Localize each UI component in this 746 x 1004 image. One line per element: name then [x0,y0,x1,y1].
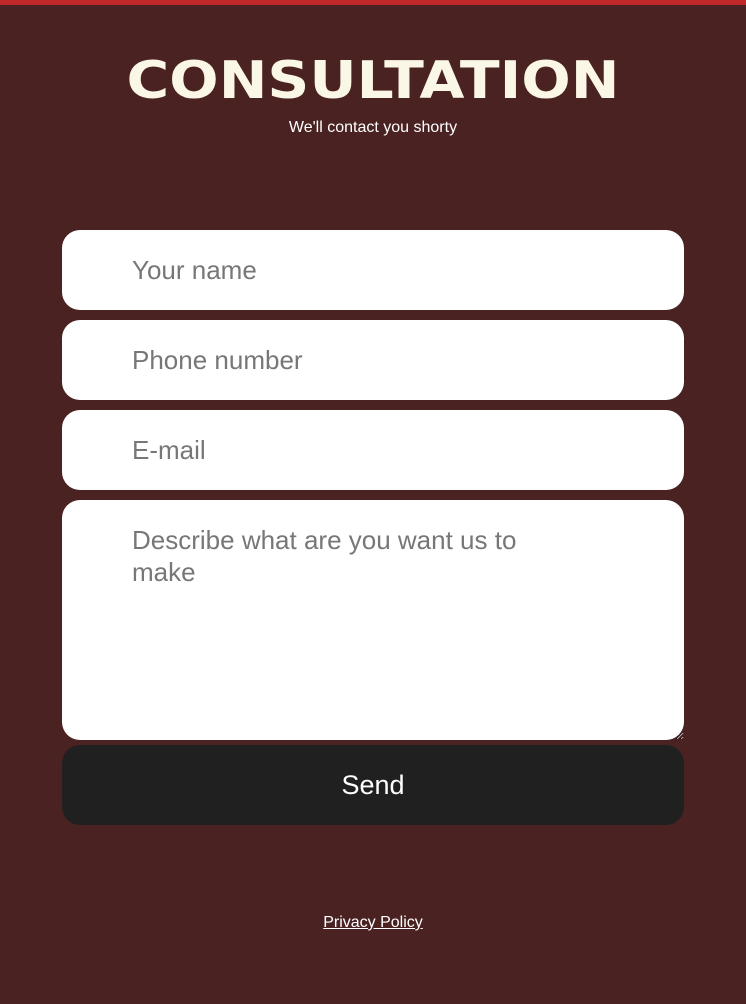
name-input[interactable] [62,230,684,310]
privacy-policy-link[interactable]: Privacy Policy [0,913,746,933]
page-title: CONSULTATION [126,51,620,111]
top-accent-bar [0,0,746,5]
email-input[interactable] [62,410,684,490]
message-textarea[interactable] [62,500,684,740]
phone-input[interactable] [62,320,684,400]
send-button[interactable]: Send [62,745,684,825]
page-subtitle: We'll contact you shorty [288,119,458,136]
